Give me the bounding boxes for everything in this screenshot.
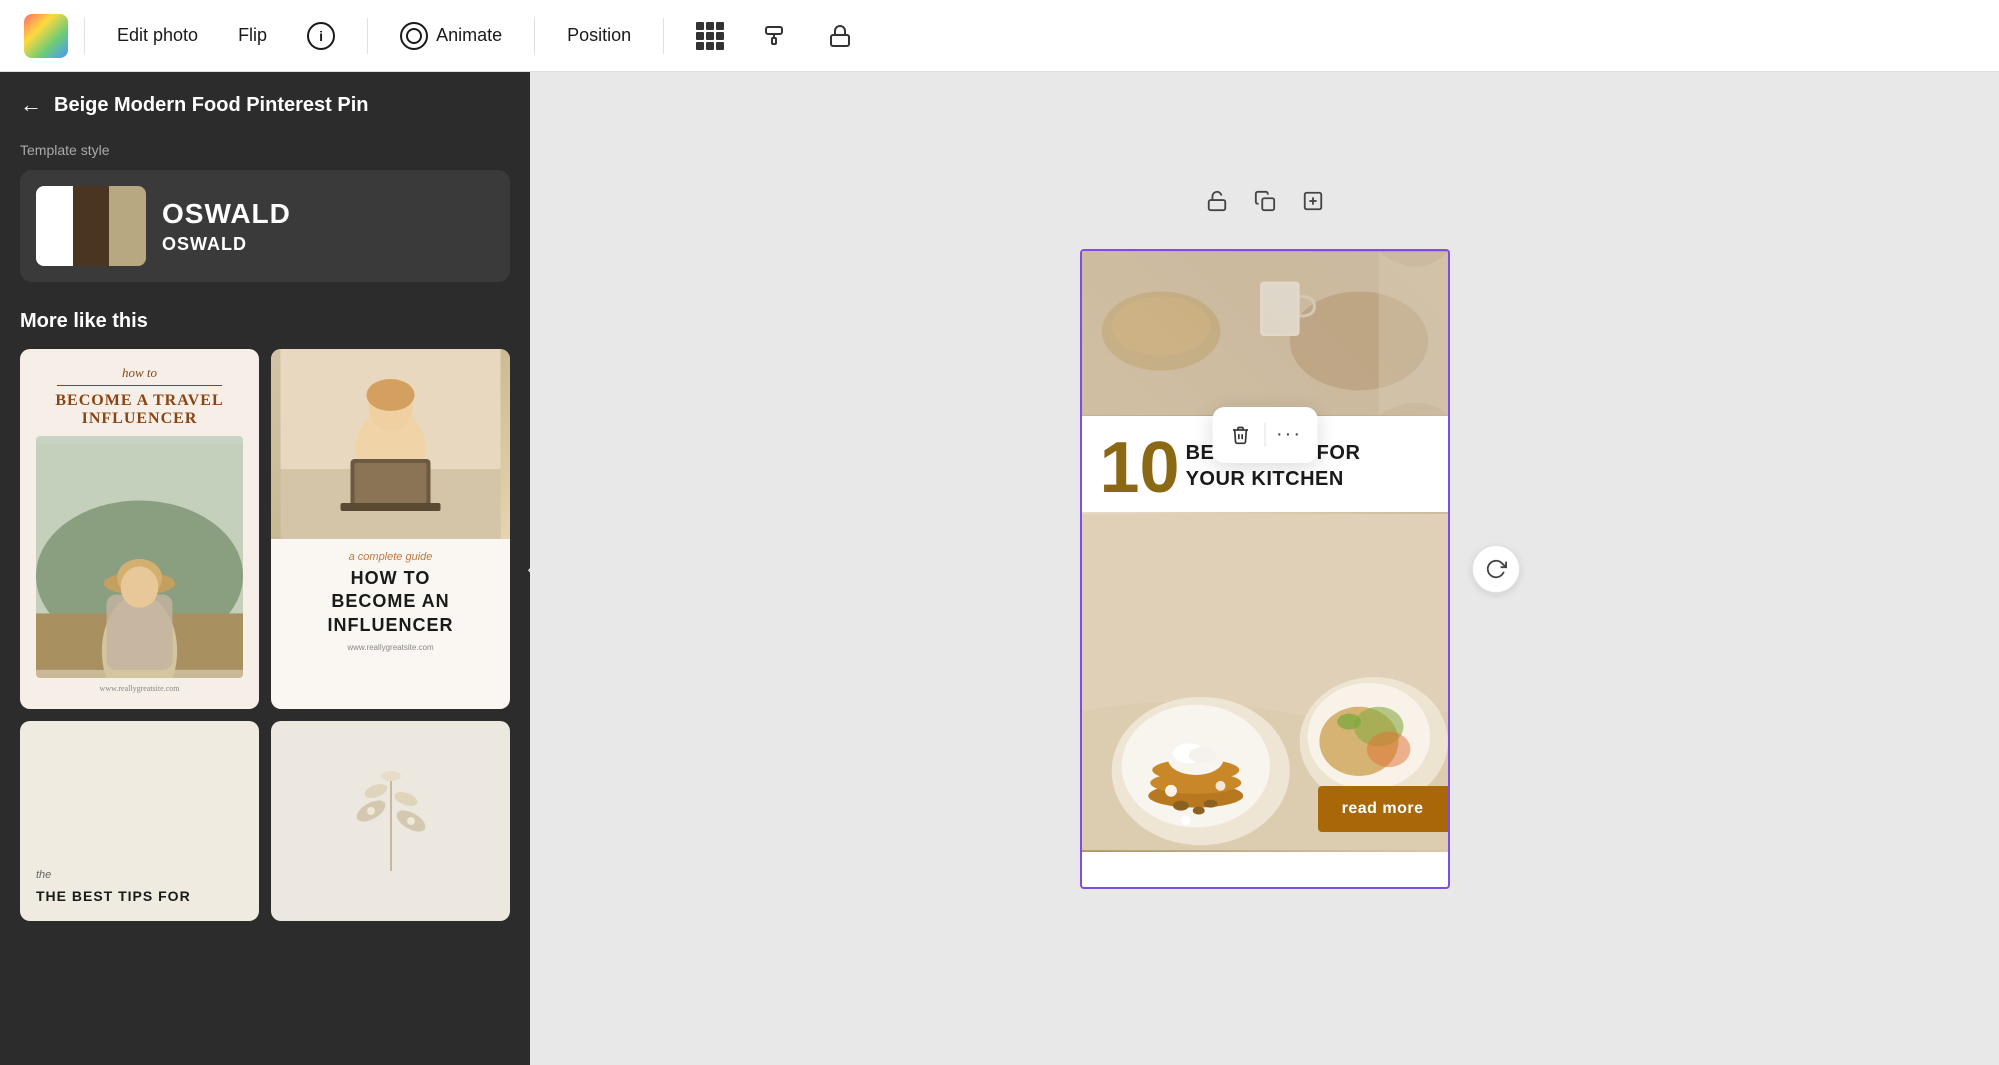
design-canvas: ··· [1080, 249, 1450, 889]
paint-roller-icon [764, 24, 788, 48]
template-card-floral[interactable] [271, 721, 510, 921]
template-style-card[interactable]: OSWALD OSWALD [20, 170, 510, 282]
edit-photo-label: Edit photo [117, 25, 198, 46]
grid-icon [696, 22, 724, 50]
template-card-tips[interactable]: the THE BEST TIPS FOR [20, 721, 259, 921]
travel-scene [36, 436, 243, 678]
pinterest-pin-card: 10 BEST IDEAS FOR YOUR KITCHEN [1080, 249, 1450, 889]
font-preview: OSWALD OSWALD [162, 198, 291, 255]
animate-icon [400, 22, 428, 50]
card-influencer-photo [271, 349, 510, 539]
panel-title: Beige Modern Food Pinterest Pin [54, 94, 368, 117]
influencer-scene [271, 349, 510, 539]
flip-button[interactable]: Flip [222, 17, 283, 54]
floral-decoration [341, 761, 441, 881]
animate-button[interactable]: Animate [384, 14, 518, 58]
toolbar-divider-1 [84, 18, 85, 54]
unlock-button[interactable] [1195, 179, 1239, 223]
add-icon [1302, 190, 1324, 212]
lock-icon [828, 24, 852, 48]
template-card-travel[interactable]: how to BECOME A TRAVELINFLUENCER [20, 349, 259, 709]
template-grid: how to BECOME A TRAVELINFLUENCER [20, 349, 510, 921]
back-button[interactable]: ← [20, 92, 42, 118]
card-travel-title: BECOME A TRAVELINFLUENCER [55, 392, 223, 428]
card-influencer-url: www.reallygreatsite.com [328, 643, 454, 652]
card-influencer-title: HOW TOBECOME ANINFLUENCER [328, 567, 454, 637]
pin-photo-top[interactable] [1082, 251, 1448, 416]
more-like-this-label: More like this [20, 310, 510, 333]
card-travel-image [36, 436, 243, 678]
right-float-toolbar [1472, 545, 1520, 593]
read-more-label: read more [1342, 800, 1424, 817]
left-panel: ← Beige Modern Food Pinterest Pin Templa… [0, 72, 530, 1065]
collapse-icon: ‹ [528, 561, 530, 577]
brand-gradient-icon[interactable] [24, 14, 68, 58]
card-influencer-text: a complete guide HOW TOBECOME ANINFLUENC… [312, 539, 470, 664]
toolbar-divider-3 [534, 18, 535, 54]
card-travel-script: how to [122, 365, 157, 381]
canvas-area[interactable]: ··· [530, 72, 1999, 1065]
color-swatches [36, 186, 146, 266]
more-options-button[interactable]: ··· [1269, 415, 1309, 455]
float-toolbar [1195, 179, 1335, 223]
collapse-panel-handle[interactable]: ‹ [514, 543, 530, 595]
paint-roller-button[interactable] [748, 16, 804, 56]
pin-title-line2: YOUR KITCHEN [1186, 468, 1344, 490]
info-button[interactable]: i [291, 14, 351, 58]
context-menu: ··· [1212, 407, 1317, 463]
template-card-influencer[interactable]: a complete guide HOW TOBECOME ANINFLUENC… [271, 349, 510, 709]
toolbar-divider-2 [367, 18, 368, 54]
template-style-label: Template style [20, 142, 510, 158]
unlock-icon [1206, 190, 1228, 212]
trash-icon [1230, 425, 1250, 445]
refresh-icon [1485, 558, 1507, 580]
main-content: ← Beige Modern Food Pinterest Pin Templa… [0, 72, 1999, 1065]
toolbar-divider-4 [663, 18, 664, 54]
tips-subtitle: the [36, 869, 243, 881]
swatch-white [36, 186, 73, 266]
pin-number: 10 [1100, 432, 1180, 504]
duplicate-icon [1254, 190, 1276, 212]
position-label: Position [567, 25, 631, 46]
font-small: OSWALD [162, 234, 291, 255]
flip-label: Flip [238, 25, 267, 46]
animate-label: Animate [436, 25, 502, 46]
grid-icon-button[interactable] [680, 14, 740, 58]
swatch-tan [109, 186, 146, 266]
context-divider [1264, 423, 1265, 447]
main-toolbar: Edit photo Flip i Animate Position [0, 0, 1999, 72]
duplicate-button[interactable] [1243, 179, 1287, 223]
card-travel-line [57, 385, 223, 386]
swatch-brown [73, 186, 110, 266]
edit-photo-button[interactable]: Edit photo [101, 17, 214, 54]
font-large: OSWALD [162, 198, 291, 230]
lock-button[interactable] [812, 16, 868, 56]
more-options-icon: ··· [1276, 423, 1302, 446]
position-button[interactable]: Position [551, 17, 647, 54]
info-icon: i [307, 22, 335, 50]
pin-top-image [1082, 251, 1448, 416]
add-to-page-button[interactable] [1291, 179, 1335, 223]
read-more-button[interactable]: read more [1318, 786, 1448, 832]
refresh-photo-button[interactable] [1472, 545, 1520, 593]
panel-header: ← Beige Modern Food Pinterest Pin [20, 92, 510, 118]
card-travel-url: www.reallygreatsite.com [100, 684, 180, 693]
card-influencer-script: a complete guide [328, 551, 454, 563]
tips-title: THE BEST TIPS FOR [36, 887, 243, 905]
pin-photo-bottom[interactable]: read more [1082, 512, 1448, 852]
delete-button[interactable] [1220, 415, 1260, 455]
